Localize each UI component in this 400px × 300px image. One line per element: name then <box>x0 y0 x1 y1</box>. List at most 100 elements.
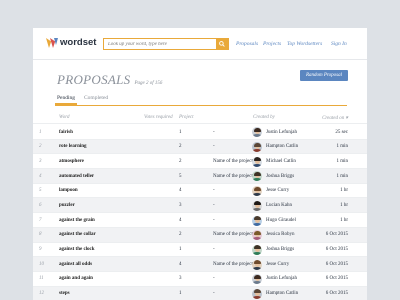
avatar[interactable] <box>252 215 262 226</box>
table-row[interactable]: 8 against the collar 2 Name of the project J… <box>33 227 367 243</box>
column-created-on[interactable]: Created on ▾ <box>322 115 348 121</box>
table-row[interactable]: 4 automated teller 5 Name of the project Jos… <box>33 169 367 184</box>
row-project[interactable]: - <box>213 203 215 208</box>
row-created-by[interactable]: Joshua Briggs <box>266 174 294 179</box>
main-card: wordset Proposals Projects Top Wordsette… <box>33 28 367 300</box>
row-project[interactable]: Name of the project <box>213 159 253 164</box>
row-votes: 1 <box>179 247 182 252</box>
logo-text: wordset <box>60 37 97 48</box>
page-heading: PROPOSALS Page 2 of 156 <box>57 72 162 88</box>
avatar[interactable] <box>252 230 262 241</box>
avatar[interactable] <box>252 171 262 182</box>
row-project[interactable]: - <box>213 144 215 149</box>
row-project[interactable]: - <box>213 291 215 296</box>
row-number: 4 <box>39 173 42 179</box>
row-project[interactable]: - <box>213 276 215 281</box>
nav-proposals[interactable]: Proposals <box>236 41 258 47</box>
row-project[interactable]: Name of the project <box>213 262 253 267</box>
avatar[interactable] <box>252 259 262 270</box>
row-word[interactable]: against the collar <box>59 232 96 237</box>
search-box[interactable] <box>103 38 229 50</box>
avatar[interactable] <box>252 186 262 197</box>
row-created-by[interactable]: Jesse Curry <box>266 262 289 267</box>
avatar[interactable] <box>252 127 262 138</box>
row-created-by[interactable]: Hampton Catlin <box>266 144 298 149</box>
avatar[interactable] <box>252 156 262 167</box>
row-number: 1 <box>39 129 42 135</box>
row-created-by[interactable]: Jesse Curry <box>266 188 289 193</box>
column-votes[interactable]: Votes required <box>144 115 173 120</box>
row-created-by[interactable]: Joshua Briggs <box>266 247 294 252</box>
avatar[interactable] <box>252 288 262 299</box>
row-number: 12 <box>39 291 44 297</box>
row-created-by[interactable]: Justin Lefunjah <box>266 276 297 281</box>
table-row[interactable]: 5 lampoon 4 - Jesse Curry 1 hr <box>33 184 367 199</box>
table-row[interactable]: 9 against the clock 1 - Joshua Briggs 6 Oct 2… <box>33 243 367 258</box>
column-word[interactable]: Word <box>59 115 69 120</box>
row-project[interactable]: - <box>213 188 215 193</box>
column-project[interactable]: Project <box>179 115 194 120</box>
row-word[interactable]: lampoon <box>59 188 78 193</box>
nav-sign-in[interactable]: Sign In <box>331 41 347 47</box>
row-created-on: 6 Oct 2015 <box>325 291 348 297</box>
table-row[interactable]: 10 against all odds 4 Name of the project Je… <box>33 257 367 272</box>
row-created-by[interactable]: Michael Catlin <box>266 159 296 164</box>
row-created-by[interactable]: Lucian Kahn <box>266 203 292 208</box>
row-word[interactable]: again and again <box>59 276 93 281</box>
random-proposal-button[interactable]: Random Proposal <box>300 70 348 81</box>
table-row[interactable]: 11 again and again 3 - Justin Lefunjah 6 Oct … <box>33 272 367 287</box>
top-bar: wordset Proposals Projects Top Wordsette… <box>33 28 367 60</box>
row-votes: 3 <box>179 276 182 282</box>
tab-pending[interactable]: Pending <box>54 95 78 105</box>
row-created-on: 6 Oct 2015 <box>325 232 348 238</box>
table-row[interactable]: 3 atmosphere 2 Name of the project Michael C… <box>33 154 367 170</box>
row-project[interactable]: - <box>213 247 215 252</box>
row-number: 8 <box>39 232 42 238</box>
row-created-on: 6 Oct 2015 <box>325 261 348 267</box>
avatar[interactable] <box>252 200 262 211</box>
row-word[interactable]: fairish <box>59 130 73 135</box>
row-votes: 1 <box>179 291 182 297</box>
table-row[interactable]: 6 puzzler 3 - Lucian Kahn 1 hr <box>33 198 367 214</box>
row-word[interactable]: rote learning <box>59 144 87 149</box>
row-word[interactable]: against the grain <box>59 218 95 223</box>
row-number: 9 <box>39 247 42 252</box>
tab-completed[interactable]: Completed <box>84 95 108 101</box>
logo[interactable]: wordset <box>46 37 96 48</box>
row-votes: 2 <box>179 158 182 164</box>
search-button[interactable] <box>216 39 228 49</box>
nav-top-wordsetters[interactable]: Top Wordsetters <box>287 41 322 47</box>
nav-projects[interactable]: Projects <box>263 41 281 47</box>
table-row[interactable]: 7 against the grain 4 - Hugo Giraudel 1 hr <box>33 213 367 228</box>
row-number: 11 <box>39 276 44 282</box>
row-word[interactable]: atmosphere <box>59 159 84 164</box>
row-project[interactable]: Name of the project <box>213 232 253 237</box>
table-row[interactable]: 2 rote learning 2 - Hampton Catlin 1 min <box>33 139 367 155</box>
avatar[interactable] <box>252 244 262 255</box>
row-created-on: 1 min <box>336 144 348 150</box>
row-word[interactable]: automated teller <box>59 174 94 179</box>
row-created-by[interactable]: Jessica Robyn <box>266 232 294 237</box>
row-project[interactable]: Name of the project <box>213 174 253 179</box>
row-word[interactable]: against all odds <box>59 262 92 267</box>
row-votes: 4 <box>179 261 182 267</box>
row-project[interactable]: - <box>213 218 215 223</box>
column-created-by[interactable]: Created by <box>253 115 275 120</box>
row-created-by[interactable]: Justin Lefunjah <box>266 130 297 135</box>
row-number: 7 <box>39 217 42 223</box>
row-created-by[interactable]: Hugo Giraudel <box>266 218 296 223</box>
row-votes: 1 <box>179 129 182 135</box>
row-created-by[interactable]: Hampton Catlin <box>266 291 298 296</box>
row-word[interactable]: steps <box>59 291 70 296</box>
avatar[interactable] <box>252 274 262 285</box>
proposal-table: 1 fairish 1 - Justin Lefunjah 25 sec 2 rote lea… <box>33 125 367 300</box>
row-word[interactable]: puzzler <box>59 203 75 208</box>
row-project[interactable]: - <box>213 130 215 135</box>
row-word[interactable]: against the clock <box>59 247 95 252</box>
search-icon <box>219 41 225 47</box>
table-row[interactable]: 12 steps 1 - Hampton Catlin 6 Oct 2015 <box>33 286 367 300</box>
table-row[interactable]: 1 fairish 1 - Justin Lefunjah 25 sec <box>33 125 367 140</box>
avatar[interactable] <box>252 142 262 153</box>
row-created-on: 1 min <box>336 173 348 179</box>
search-input[interactable] <box>104 39 216 49</box>
